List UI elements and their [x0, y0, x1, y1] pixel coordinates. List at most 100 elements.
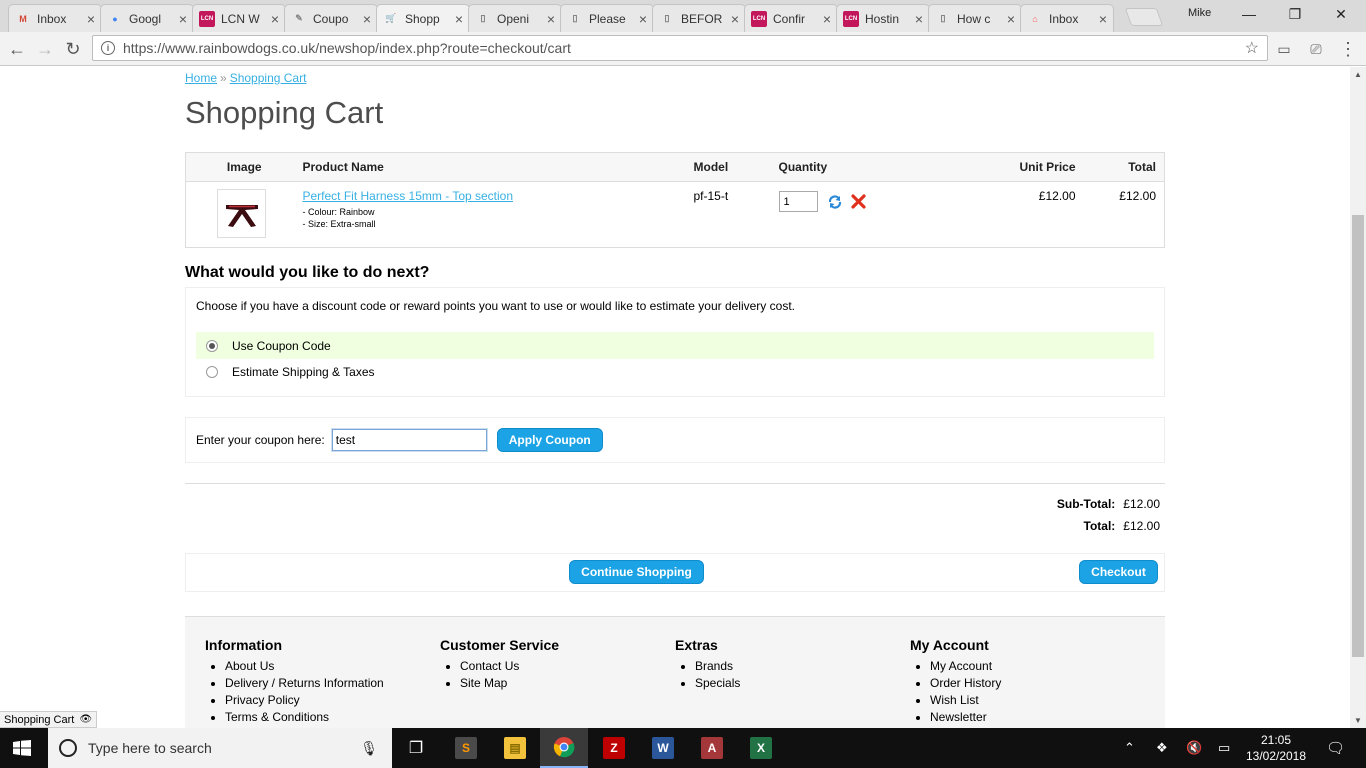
footer-link[interactable]: Wish List [930, 693, 1001, 710]
close-tab-icon[interactable]: × [547, 11, 555, 27]
close-tab-icon[interactable]: × [363, 11, 371, 27]
browser-tab[interactable]: ▯ BEFOR × [652, 4, 746, 32]
radio-use-coupon[interactable] [206, 339, 218, 352]
tab-title[interactable]: Inbox [1049, 12, 1095, 26]
scroll-down-icon[interactable]: ▼ [1354, 716, 1362, 725]
close-tab-icon[interactable]: × [731, 11, 739, 27]
checkout-button[interactable]: Checkout [1079, 560, 1158, 584]
restore-icon[interactable]: ❐ [1272, 0, 1318, 28]
chrome-icon[interactable] [540, 728, 588, 768]
battery-icon[interactable]: ▭ [1218, 728, 1230, 768]
breadcrumb-current[interactable]: Shopping Cart [230, 71, 307, 85]
footer-link[interactable]: Brands [695, 659, 740, 676]
tab-title[interactable]: Openi [497, 12, 543, 26]
close-tab-icon[interactable]: × [1007, 11, 1015, 27]
show-hidden-icons[interactable]: ⌃ [1124, 728, 1135, 768]
minimize-icon[interactable]: — [1226, 0, 1272, 28]
access-icon[interactable]: A [688, 728, 736, 768]
footer-link[interactable]: About Us [225, 659, 384, 676]
browser-tab[interactable]: LCN Hostin × [836, 4, 930, 32]
word-icon[interactable]: W [639, 728, 687, 768]
footer-link[interactable]: Terms & Conditions [225, 710, 384, 727]
system-clock[interactable]: 21:05 13/02/2018 [1244, 732, 1308, 764]
forward-icon[interactable]: → [33, 37, 57, 61]
browser-tab[interactable]: ▯ How c × [928, 4, 1022, 32]
menu-icon[interactable]: ⋮ [1336, 37, 1360, 61]
close-tab-icon[interactable]: × [455, 11, 463, 27]
excel-icon[interactable]: X [737, 728, 785, 768]
browser-tab[interactable]: ● Googl × [100, 4, 194, 32]
coupon-input[interactable]: test [330, 428, 488, 452]
scroll-up-icon[interactable]: ▲ [1354, 70, 1362, 79]
site-info-icon[interactable]: i [101, 41, 115, 55]
continue-shopping-button[interactable]: Continue Shopping [569, 560, 704, 584]
footer-link[interactable]: Privacy Policy [225, 693, 384, 710]
option-estimate-shipping[interactable]: Estimate Shipping & Taxes [196, 358, 1154, 385]
browser-tab[interactable]: ⌂ Inbox × [1020, 4, 1114, 32]
close-tab-icon[interactable]: × [823, 11, 831, 27]
tab-title[interactable]: Confir [773, 12, 819, 26]
breadcrumb-home[interactable]: Home [185, 71, 217, 85]
close-tab-icon[interactable]: × [639, 11, 647, 27]
remove-item-icon[interactable] [851, 194, 866, 209]
address-bar[interactable]: i https://www.rainbowdogs.co.uk/newshop/… [92, 35, 1268, 61]
taskbar-search[interactable]: Type here to search 🎙 [48, 728, 392, 768]
microphone-icon[interactable]: 🎙 [360, 740, 378, 757]
notifications-icon[interactable]: 🗨 [1326, 728, 1345, 768]
extension-icon[interactable]: ▭ [1272, 37, 1296, 61]
footer-link[interactable]: My Account [930, 659, 1001, 676]
footer-link[interactable]: Specials [695, 676, 740, 693]
footer-link[interactable]: Site Map [460, 676, 559, 693]
cortana-icon[interactable] [59, 739, 77, 757]
volume-muted-icon[interactable]: 🔇 [1186, 728, 1202, 768]
browser-tab[interactable]: ▯ Please × [560, 4, 654, 32]
close-tab-icon[interactable]: × [179, 11, 187, 27]
reload-icon[interactable]: ↻ [61, 37, 85, 61]
tab-title[interactable]: Inbox [37, 12, 83, 26]
footer-link[interactable]: Contact Us [460, 659, 559, 676]
browser-tab[interactable]: ✎ Coupo × [284, 4, 378, 32]
profile-name[interactable]: Mike [1188, 7, 1211, 19]
back-icon[interactable]: ← [5, 37, 29, 61]
tab-title[interactable]: Please [589, 12, 635, 26]
footer-link[interactable]: Order History [930, 676, 1001, 693]
close-window-icon[interactable]: ✕ [1318, 0, 1364, 28]
tab-title[interactable]: LCN W [221, 12, 267, 26]
new-tab-button[interactable] [1124, 8, 1164, 26]
url-text[interactable]: https://www.rainbowdogs.co.uk/newshop/in… [123, 40, 1245, 56]
tab-title[interactable]: Coupo [313, 12, 359, 26]
tab-title[interactable]: Googl [129, 12, 175, 26]
option-estimate-shipping-label[interactable]: Estimate Shipping & Taxes [232, 365, 375, 379]
tab-title[interactable]: How c [957, 12, 1003, 26]
dropbox-icon[interactable]: ❖ [1156, 728, 1168, 768]
radio-estimate-shipping[interactable] [206, 365, 218, 378]
file-explorer-icon[interactable]: ▤ [491, 728, 539, 768]
cast-icon[interactable]: ⎚ [1304, 37, 1328, 61]
close-tab-icon[interactable]: × [271, 11, 279, 27]
update-refresh-icon[interactable] [827, 194, 843, 210]
apply-coupon-button[interactable]: Apply Coupon [496, 428, 603, 452]
quantity-input[interactable]: 1 [778, 191, 818, 212]
option-use-coupon-label[interactable]: Use Coupon Code [232, 339, 331, 353]
tab-title[interactable]: BEFOR [681, 12, 727, 26]
close-tab-icon[interactable]: × [87, 11, 95, 27]
filezilla-icon[interactable]: Z [590, 728, 638, 768]
browser-tab[interactable]: LCN Confir × [744, 4, 838, 32]
product-link[interactable]: Perfect Fit Harness 15mm - Top section [303, 189, 514, 203]
browser-tab[interactable]: M Inbox × [8, 4, 102, 32]
windows-start-icon[interactable] [13, 740, 31, 756]
bookmark-star-icon[interactable]: ☆ [1245, 38, 1259, 58]
scrollbar[interactable]: ▲ ▼ [1350, 67, 1366, 728]
search-placeholder[interactable]: Type here to search [88, 740, 212, 756]
tab-title[interactable]: Hostin [865, 12, 911, 26]
option-use-coupon[interactable]: Use Coupon Code [196, 332, 1154, 359]
tab-title[interactable]: Shopp [405, 12, 451, 26]
scrollbar-thumb[interactable] [1352, 215, 1364, 657]
product-thumbnail[interactable] [217, 189, 266, 238]
browser-tab[interactable]: ▯ Openi × [468, 4, 562, 32]
close-tab-icon[interactable]: × [915, 11, 923, 27]
sublime-text-icon[interactable]: S [442, 728, 490, 768]
close-tab-icon[interactable]: × [1099, 11, 1107, 27]
footer-link[interactable]: Delivery / Returns Information [225, 676, 384, 693]
task-view-icon[interactable]: ❐ [392, 728, 440, 768]
